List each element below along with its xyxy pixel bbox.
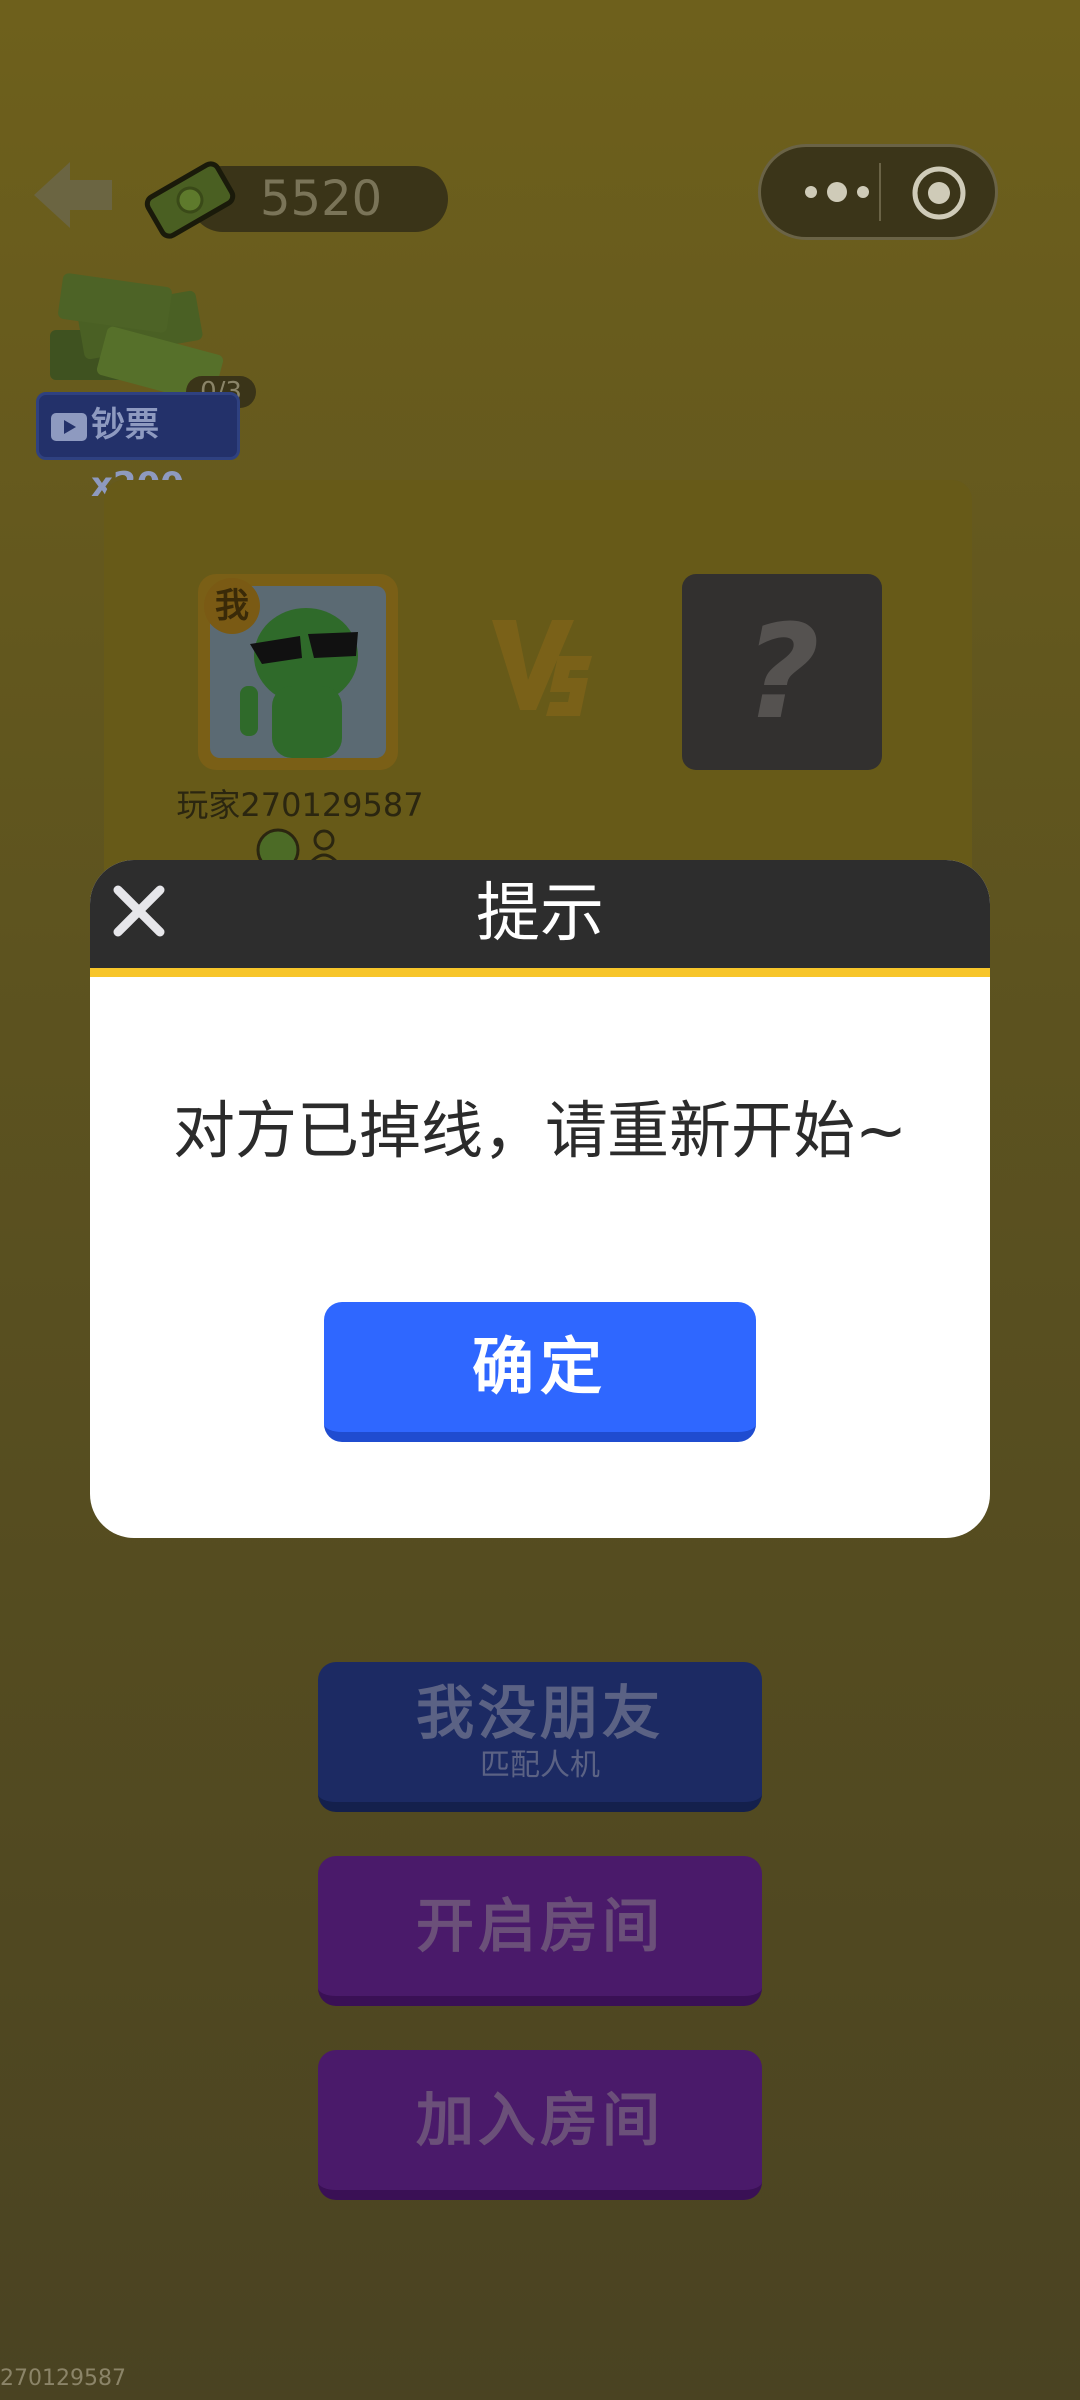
vs-icon [492, 620, 592, 716]
create-room-label: 开启房间 [415, 1892, 664, 1960]
join-room-label: 加入房间 [415, 2086, 664, 2154]
join-room-button[interactable]: 加入房间 [318, 2050, 762, 2200]
cash-icon [144, 161, 236, 239]
dialog-title: 提示 [476, 877, 604, 951]
more-icon[interactable] [789, 147, 885, 237]
match-bot-label: 我没朋友 [415, 1679, 664, 1747]
user-id: 270129587 [0, 2366, 126, 2391]
question-mark: ? [744, 596, 820, 748]
capsule-divider [879, 163, 881, 221]
match-bot-button[interactable]: 我没朋友 匹配人机 [318, 1662, 762, 1812]
video-icon [51, 413, 87, 441]
confirm-button[interactable]: 确定 [324, 1302, 756, 1442]
player-name: 玩家270129587 [176, 786, 424, 824]
close-miniprogram-icon[interactable] [909, 163, 969, 223]
me-badge: 我 [204, 578, 260, 634]
mini-program-capsule [758, 144, 998, 240]
opponent-placeholder: ? [682, 574, 882, 770]
confirm-label: 确定 [471, 1330, 608, 1403]
dialog-accent-stripe [90, 968, 990, 977]
dialog-message: 对方已掉线，请重新开始~ [173, 1094, 907, 1167]
watch-ad-reward-button[interactable]: 钞票x200 [36, 392, 240, 505]
coin-value: 5520 [260, 171, 383, 227]
match-bot-sublabel: 匹配人机 [480, 1748, 600, 1783]
notice-dialog: 提示 对方已掉线，请重新开始~ 确定 [90, 860, 990, 1538]
back-arrow-icon[interactable] [28, 150, 118, 240]
create-room-button[interactable]: 开启房间 [318, 1856, 762, 2006]
